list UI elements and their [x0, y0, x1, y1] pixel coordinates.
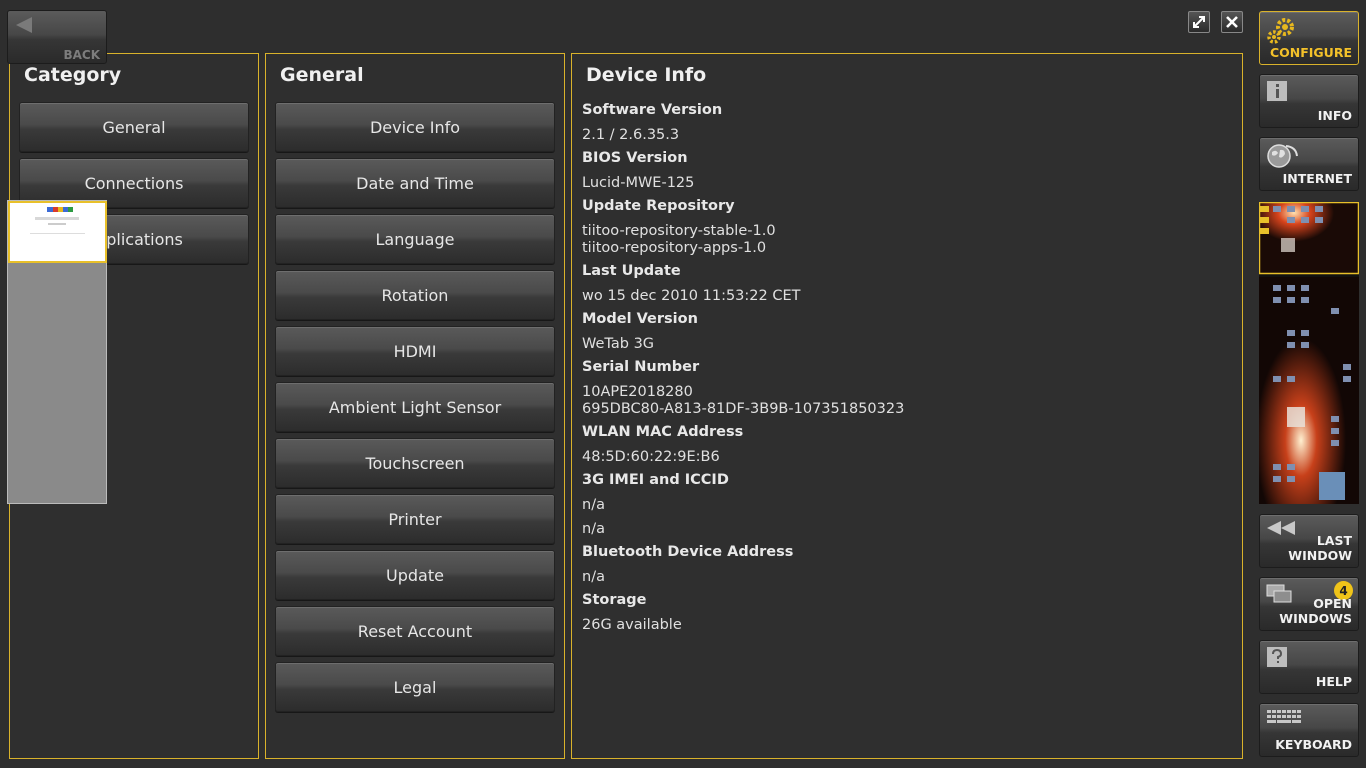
update-repository-value: tiitoo-repository-stable-1.0 tiitoo-repo…: [582, 223, 776, 256]
general-item-date-and-time[interactable]: Date and Time: [275, 158, 555, 208]
general-item-touchscreen[interactable]: Touchscreen: [275, 438, 555, 488]
maximize-icon: [1193, 16, 1205, 28]
imei-value: n/a: [582, 497, 605, 513]
storage-value: 26G available: [582, 617, 682, 633]
bluetooth-label: Bluetooth Device Address: [582, 544, 794, 560]
software-version-value: 2.1 / 2.6.35.3: [582, 127, 680, 143]
category-general-button[interactable]: General: [19, 102, 249, 152]
last-update-label: Last Update: [582, 263, 681, 279]
general-item-ambient-light-sensor[interactable]: Ambient Light Sensor: [275, 382, 555, 432]
maximize-button[interactable]: [1188, 11, 1210, 33]
help-label: HELP: [1315, 674, 1352, 689]
globe-icon: [1267, 144, 1298, 168]
bluetooth-value: n/a: [582, 569, 605, 585]
gears-icon: [1267, 18, 1294, 44]
open-windows-button[interactable]: 4 OPEN WINDOWS: [1259, 577, 1359, 631]
info-button[interactable]: INFO: [1259, 74, 1359, 128]
keyboard-label: KEYBOARD: [1275, 737, 1352, 752]
model-version-value: WeTab 3G: [582, 336, 655, 352]
general-item-legal[interactable]: Legal: [275, 662, 555, 712]
wlan-mac-value: 48:5D:60:22:9E:B6: [582, 449, 720, 465]
keyboard-icon: [1267, 710, 1301, 723]
configure-button[interactable]: CONFIGURE: [1259, 11, 1359, 65]
open-windows-label: OPEN WINDOWS: [1279, 596, 1352, 626]
model-version-label: Model Version: [582, 311, 698, 327]
google-logo-icon: [30, 207, 85, 234]
last-update-value: wo 15 dec 2010 11:53:22 CET: [582, 288, 801, 304]
general-item-printer[interactable]: Printer: [275, 494, 555, 544]
internet-button[interactable]: INTERNET: [1259, 137, 1359, 191]
close-button[interactable]: [1221, 11, 1243, 33]
last-window-button[interactable]: LAST WINDOW: [1259, 514, 1359, 568]
open-windows-thumbnail-strip[interactable]: [1259, 202, 1359, 504]
device-info-panel: Device Info Software Version 2.1 / 2.6.3…: [571, 53, 1243, 759]
window-switcher-overlay[interactable]: [7, 200, 107, 504]
close-icon: [1226, 16, 1238, 28]
configure-label: CONFIGURE: [1269, 45, 1352, 60]
help-button[interactable]: HELP: [1259, 640, 1359, 694]
bios-version-value: Lucid-MWE-125: [582, 175, 695, 191]
imei-iccid-label: 3G IMEI and ICCID: [582, 472, 729, 488]
wallpaper-thumbnail: [1259, 202, 1359, 504]
help-icon: [1267, 647, 1287, 667]
back-arrow-icon: [16, 17, 32, 33]
general-item-device-info[interactable]: Device Info: [275, 102, 555, 152]
last-window-label: LAST WINDOW: [1288, 533, 1352, 563]
back-button[interactable]: BACK: [7, 10, 107, 64]
general-item-reset-account[interactable]: Reset Account: [275, 606, 555, 656]
bios-version-label: BIOS Version: [582, 150, 688, 166]
serial-number-label: Serial Number: [582, 359, 700, 375]
internet-label: INTERNET: [1282, 171, 1352, 186]
general-item-hdmi[interactable]: HDMI: [275, 326, 555, 376]
general-item-update[interactable]: Update: [275, 550, 555, 600]
wlan-mac-label: WLAN MAC Address: [582, 424, 744, 440]
back-label: BACK: [63, 48, 100, 62]
general-item-language[interactable]: Language: [275, 214, 555, 264]
serial-number-value: 10APE2018280 695DBC80-A813-81DF-3B9B-107…: [582, 384, 905, 417]
info-icon: [1267, 81, 1287, 101]
category-title: Category: [24, 64, 122, 86]
iccid-value: n/a: [582, 521, 605, 537]
keyboard-button[interactable]: KEYBOARD: [1259, 703, 1359, 757]
general-panel: General Device Info Date and Time Language…: [265, 53, 565, 759]
browser-window-thumbnail[interactable]: [8, 201, 107, 263]
software-version-label: Software Version: [582, 102, 723, 118]
storage-label: Storage: [582, 592, 647, 608]
general-item-rotation[interactable]: Rotation: [275, 270, 555, 320]
info-label: INFO: [1317, 108, 1352, 123]
update-repository-label: Update Repository: [582, 198, 735, 214]
general-title: General: [280, 64, 364, 86]
device-info-title: Device Info: [586, 64, 707, 86]
